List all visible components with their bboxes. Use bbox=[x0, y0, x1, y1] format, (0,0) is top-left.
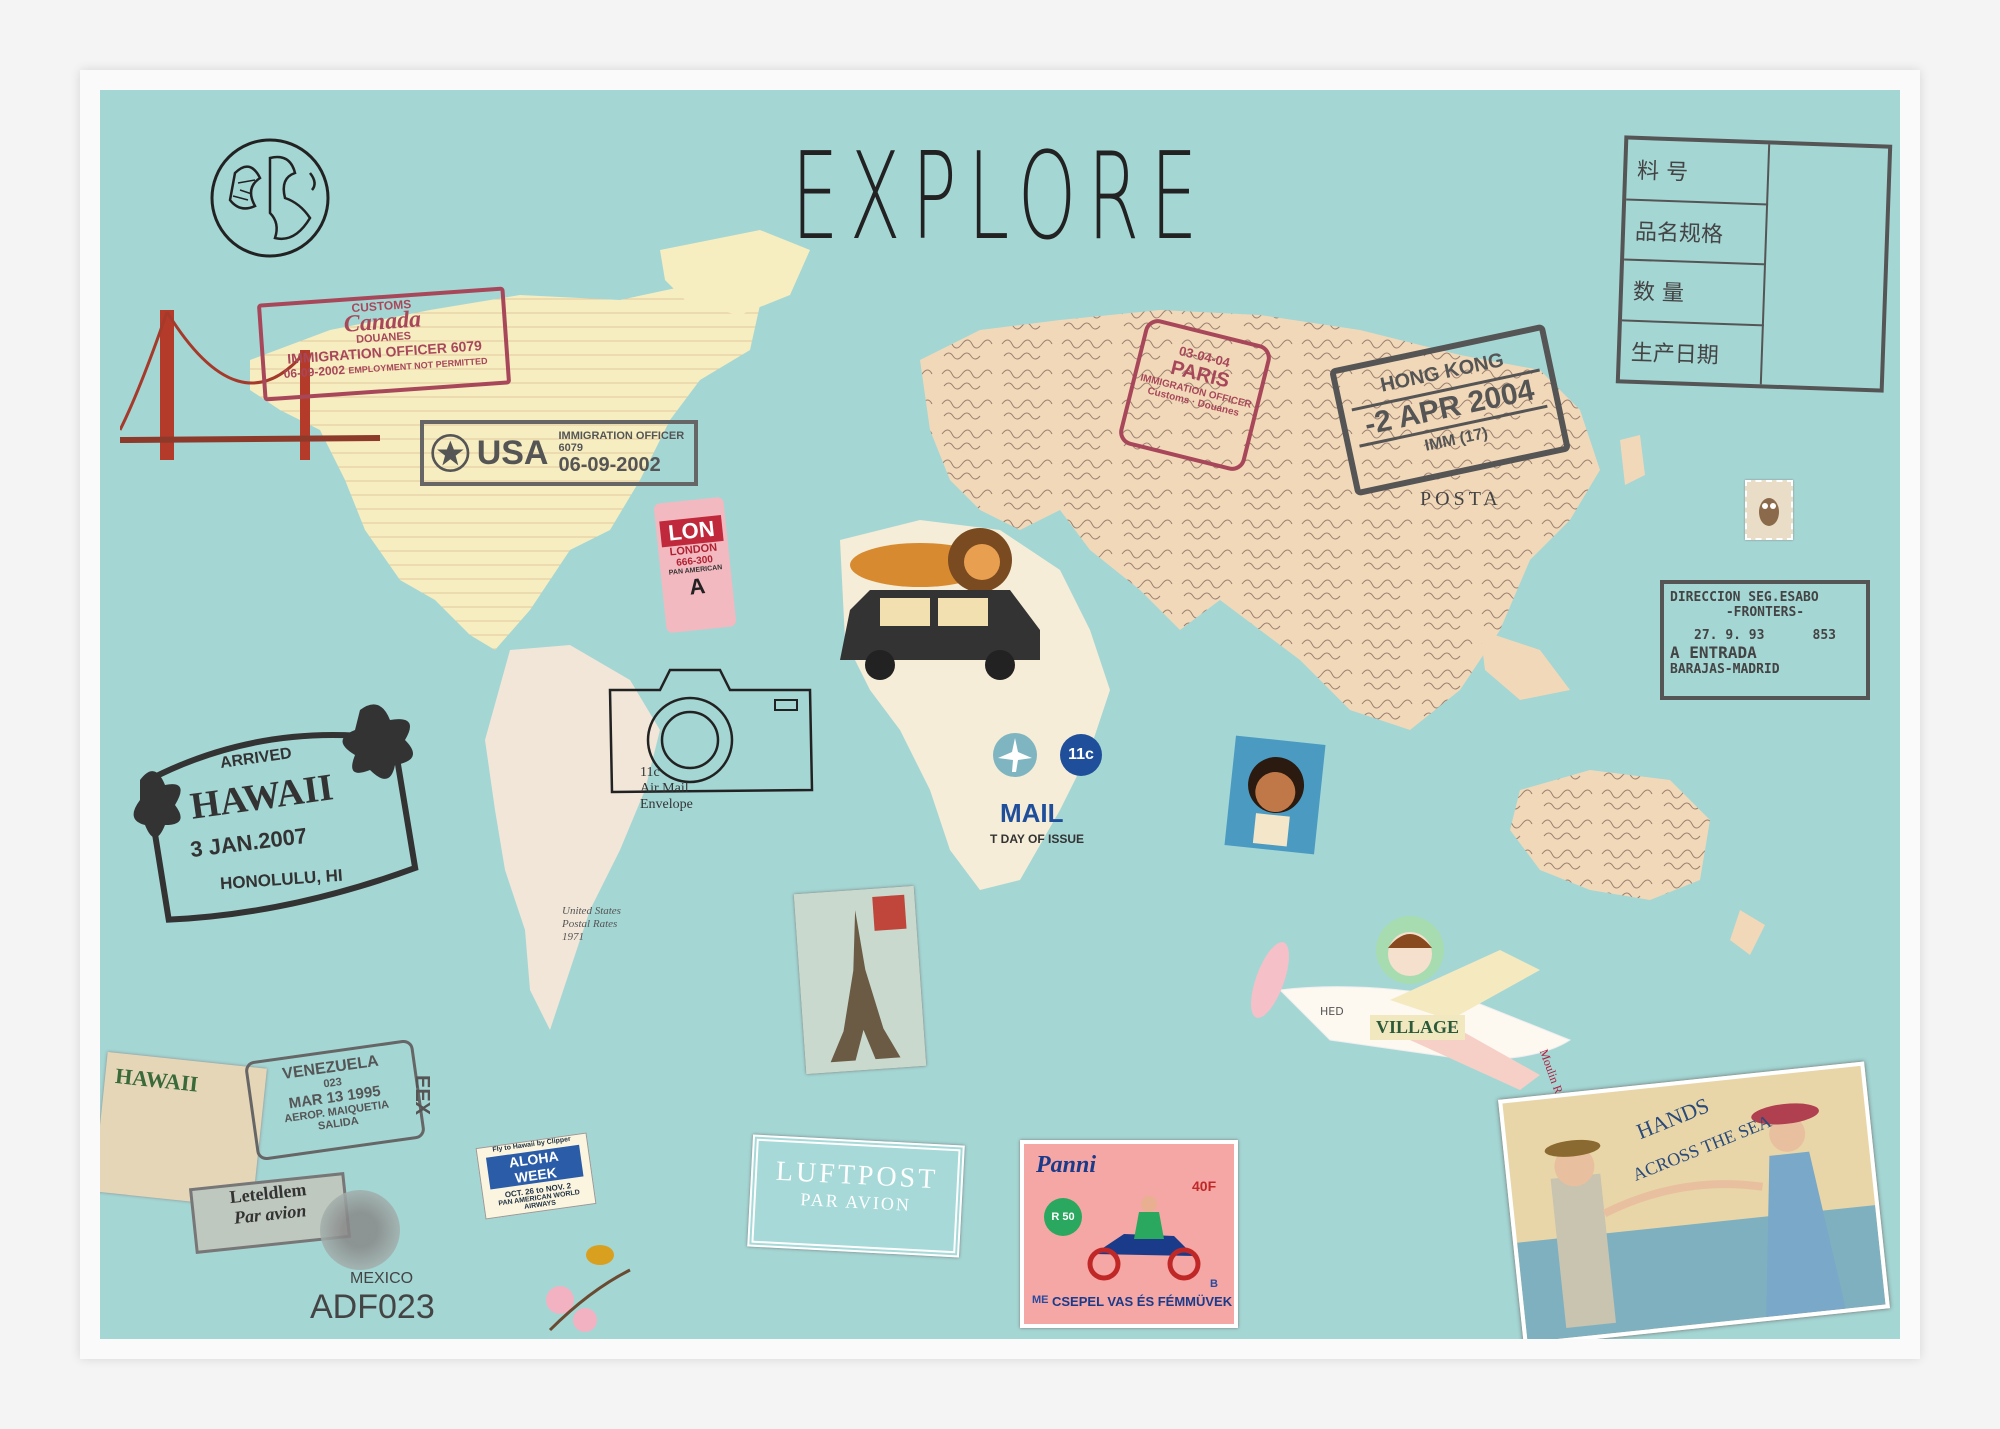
indonesia bbox=[1480, 630, 1570, 700]
star-icon bbox=[431, 433, 470, 473]
airplane-icon bbox=[993, 733, 1037, 777]
usa-stamp-officer: IMMIGRATION OFFICER 6079 bbox=[558, 429, 685, 454]
australia bbox=[1510, 770, 1710, 900]
hawaii-postcard-title: HAWAII bbox=[114, 1063, 200, 1097]
hands-across-sea-card: HANDS ACROSS THE SEA bbox=[1498, 1061, 1890, 1339]
canada-stamp-date: 06-09-2002 bbox=[283, 362, 346, 382]
mexico-stamp-code: ADF023 bbox=[310, 1288, 435, 1326]
africa-mail-stamp: 11c MAIL T DAY OF ISSUE bbox=[990, 730, 1130, 870]
luftpost-label: LUFTPOST PAR AVION bbox=[747, 1134, 965, 1258]
camera-icon bbox=[608, 668, 814, 794]
lion-car-icon bbox=[840, 528, 1040, 680]
usa-stamp-details: IMMIGRATION OFFICER 6079 06-09-2002 bbox=[558, 430, 694, 477]
girl-icon bbox=[1248, 757, 1305, 847]
madrid-stamp-line2: -FRONTERS- bbox=[1725, 605, 1805, 620]
china-form-row-1: 料 号 bbox=[1626, 139, 1771, 205]
canada-stamp: CUSTOMS Canada DOUANES IMMIGRATION OFFIC… bbox=[256, 286, 512, 402]
madrid-stamp-airport: BARAJAS-MADRID bbox=[1670, 662, 1780, 677]
village-label: VILLAGE bbox=[1370, 1015, 1466, 1040]
panni-logo: ME bbox=[1032, 1294, 1049, 1306]
map-ocean: EXPLORE CUSTOMS Canada DOUANES IMMIGRATI… bbox=[100, 90, 1900, 1339]
airmail-envelope-type: Envelope bbox=[640, 797, 693, 812]
us-postal-stamp-line1: United States bbox=[562, 905, 621, 917]
mexico-ink-blot bbox=[320, 1190, 400, 1270]
eiffel-tower-card bbox=[793, 886, 927, 1074]
hawaii-stamp: ARRIVED HAWAII 3 JAN.2007 HONOLULU, HI bbox=[130, 700, 420, 930]
madrid-stamp-line1: DIRECCION SEG.ESABO bbox=[1670, 590, 1819, 605]
bird-flowers-icon bbox=[546, 1245, 631, 1332]
eiffel-tower-icon bbox=[793, 886, 927, 1074]
africa-mail-value: 11c bbox=[1060, 734, 1102, 776]
scooter-icon bbox=[1087, 1196, 1201, 1281]
mexico-stamp-label: MEXICO bbox=[350, 1270, 414, 1287]
madrid-stamp-number: 853 bbox=[1812, 628, 1836, 643]
madrid-stamp-row: 27. 9. 93 853 bbox=[1670, 628, 1860, 643]
mexico-stamp: MEXICO ADF023 bbox=[310, 1270, 435, 1327]
usa-stamp-country: USA bbox=[476, 433, 549, 472]
poster-frame: EXPLORE CUSTOMS Canada DOUANES IMMIGRATI… bbox=[80, 70, 1920, 1359]
girl-card bbox=[1224, 735, 1326, 855]
panni-footer: CSEPEL VAS ÉS FÉMMÜVEK bbox=[1052, 1294, 1233, 1309]
us-postal-stamp-line3: 1971 bbox=[562, 931, 584, 943]
airmail-envelope: 11c Air Mail Envelope bbox=[640, 765, 693, 813]
madrid-stamp-letter: A bbox=[1670, 643, 1680, 662]
posta-label: POSTA bbox=[1420, 488, 1502, 510]
usa-stamp-date: 06-09-2002 bbox=[558, 453, 661, 476]
china-form-row-3: 数 量 bbox=[1621, 260, 1766, 326]
madrid-stamp-entry: A ENTRADA bbox=[1670, 643, 1860, 662]
japan bbox=[1620, 435, 1645, 485]
usa-stamp: USA IMMIGRATION OFFICER 6079 06-09-2002 bbox=[420, 420, 698, 486]
madrid-stamp-entrada: ENTRADA bbox=[1689, 643, 1757, 662]
africa-mail-label: MAIL bbox=[1000, 798, 1064, 828]
china-form-row-4: 生产日期 bbox=[1619, 320, 1764, 385]
panni-corner: B bbox=[1210, 1278, 1218, 1290]
madrid-stamp: DIRECCION SEG.ESABO -FRONTERS- 27. 9. 93… bbox=[1660, 580, 1870, 700]
china-form-row-2: 品名规格 bbox=[1624, 199, 1769, 266]
africa-mail-issue: T DAY OF ISSUE bbox=[990, 832, 1085, 846]
airmail-envelope-value: 11c bbox=[640, 765, 660, 780]
london-luggage-tag: LON LONDON 666-300 PAN AMERICAN A bbox=[653, 496, 737, 634]
china-form-stamp: 料 号 品名规格 数 量 生产日期 bbox=[1615, 135, 1893, 393]
venezuela-stamp-side: EEX bbox=[411, 1075, 433, 1116]
panni-poster: Panni 40F R 50 ME B CSEPEL VAS ÉS FÉMMÜV… bbox=[1020, 1140, 1238, 1328]
airmail-envelope-label: Air Mail bbox=[640, 781, 689, 796]
aloha-week-ticket: Fly to Hawaii by Clipper ALOHA WEEK OCT.… bbox=[475, 1132, 597, 1220]
owl-icon bbox=[1759, 498, 1779, 526]
owl-stamp bbox=[1745, 480, 1793, 540]
panni-brand: Panni bbox=[1036, 1152, 1097, 1178]
village-wing-text: HED bbox=[1320, 1005, 1344, 1018]
us-postal-stamp: United States Postal Rates 1971 bbox=[562, 905, 621, 944]
madrid-stamp-date: 27. 9. 93 bbox=[1694, 628, 1765, 643]
us-postal-stamp-line2: Postal Rates bbox=[562, 918, 618, 930]
new-zealand bbox=[1730, 910, 1765, 955]
